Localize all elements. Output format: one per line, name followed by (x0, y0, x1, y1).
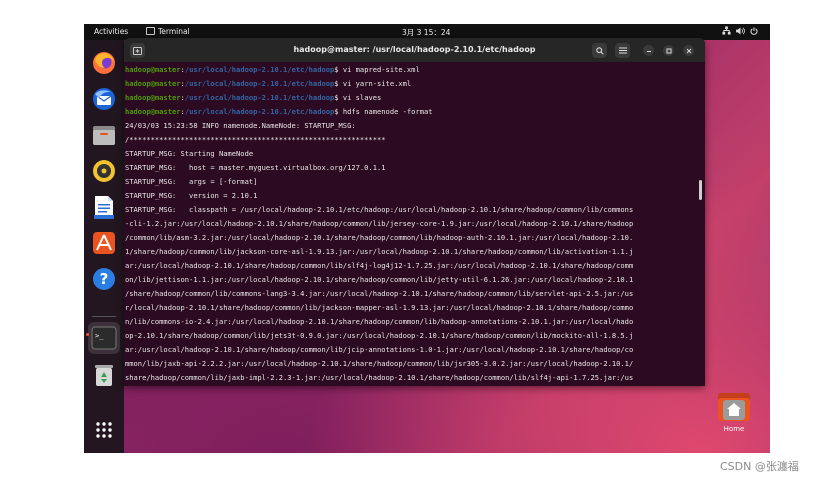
volume-icon[interactable] (736, 27, 745, 37)
dock-trash[interactable] (91, 362, 117, 388)
dock: ? >_ (84, 40, 124, 453)
dock-writer[interactable] (91, 194, 117, 220)
terminal-window[interactable]: hadoop@master: /usr/local/hadoop-2.10.1/… (124, 38, 705, 386)
terminal-header[interactable]: hadoop@master: /usr/local/hadoop-2.10.1/… (124, 38, 705, 62)
dock-help[interactable]: ? (91, 266, 117, 292)
output-line: -cli-1.2.jar:/usr/local/hadoop-2.10.1/sh… (125, 219, 634, 228)
minimize-icon (646, 50, 651, 52)
output-line: STARTUP_MSG: version = 2.10.1 (125, 191, 258, 200)
help-glyph: ? (100, 270, 109, 288)
terminal-content[interactable]: hadoop@master:/usr/local/hadoop-2.10.1/e… (124, 63, 705, 385)
output-line: on/lib/jettison-1.1.jar:/usr/local/hadoo… (125, 275, 634, 284)
app-center-icon (93, 232, 115, 254)
output-line: /share/hadoop/common/lib/commons-lang3-3… (125, 289, 634, 298)
home-folder-icon (718, 393, 750, 421)
help-icon: ? (93, 268, 115, 290)
show-apps-button[interactable] (91, 417, 117, 443)
hamburger-icon (618, 47, 627, 54)
prompt-path: /usr/local/hadoop-2.10.1/etc/hadoop (184, 107, 335, 116)
dock-files[interactable] (91, 122, 117, 148)
output-line: STARTUP_MSG: args = [-format] (125, 177, 258, 186)
output-line: mmon/lib/jaxb-api-2.2.2.jar:/usr/local/h… (125, 359, 634, 368)
scrollbar-thumb[interactable] (699, 180, 702, 200)
app-menu-label: Terminal (158, 27, 190, 36)
prompt-user: hadoop@master (125, 65, 181, 74)
output-line: STARTUP_MSG: host = master.myguest.virtu… (125, 163, 386, 172)
terminal-icon: >_ (91, 326, 117, 350)
output-line: 1/share/hadoop/common/lib/jackson-core-a… (125, 247, 634, 256)
network-icon[interactable] (722, 26, 731, 37)
home-folder-label: Home (723, 425, 745, 433)
minimize-button[interactable] (643, 45, 654, 56)
menu-button[interactable] (615, 43, 630, 58)
close-icon (686, 48, 691, 53)
desktop: Activities Terminal 3月 3 15：24 ? >_ hado… (84, 24, 770, 453)
prompt-command: vi slaves (338, 93, 382, 102)
output-line: STARTUP_MSG: Starting NameNode (125, 149, 254, 158)
maximize-button[interactable] (663, 45, 674, 56)
output-line: /common/lib/asm-3.2.jar:/usr/local/hadoo… (125, 233, 634, 242)
prompt-command: vi mapred-site.xml (338, 65, 420, 74)
prompt-command: vi yarn-site.xml (338, 79, 412, 88)
watermark: CSDN @张瀍福 (720, 460, 799, 473)
dock-terminal[interactable]: >_ (88, 322, 120, 354)
home-folder[interactable]: Home (716, 387, 752, 437)
dock-separator (92, 316, 116, 317)
terminal-glyph: >_ (95, 332, 104, 340)
output-line: ar:/usr/local/hadoop-2.10.1/share/hadoop… (125, 345, 634, 354)
prompt-user: hadoop@master (125, 93, 181, 102)
firefox-icon (93, 52, 115, 74)
search-button[interactable] (592, 43, 607, 58)
grid-icon (96, 422, 112, 438)
prompt-path: /usr/local/hadoop-2.10.1/etc/hadoop (184, 93, 335, 102)
terminal-small-icon (146, 27, 155, 35)
power-icon[interactable] (750, 27, 758, 37)
dock-app-center[interactable] (91, 230, 117, 256)
trash-icon (95, 365, 113, 386)
app-menu[interactable]: Terminal (146, 27, 190, 36)
output-line: ar:/usr/local/hadoop-2.10.1/share/hadoop… (125, 261, 634, 270)
maximize-icon (666, 48, 671, 53)
rhythmbox-icon (93, 160, 115, 182)
close-button[interactable] (683, 45, 694, 56)
dock-thunderbird[interactable] (91, 86, 117, 112)
output-line: share/hadoop/common/lib/jaxb-impl-2.2.3-… (125, 373, 634, 382)
prompt-user: hadoop@master (125, 107, 181, 116)
activities-button[interactable]: Activities (94, 27, 128, 36)
prompt-path: /usr/local/hadoop-2.10.1/etc/hadoop (184, 79, 335, 88)
dock-firefox[interactable] (91, 50, 117, 76)
output-line: op-2.10.1/share/hadoop/common/lib/jets3t… (125, 331, 634, 340)
prompt-command: hdfs namenode -format (338, 107, 433, 116)
output-line: 24/03/03 15:23:58 INFO namenode.NameNode… (125, 121, 356, 130)
prompt-path: /usr/local/hadoop-2.10.1/etc/hadoop (184, 65, 335, 74)
prompt-user: hadoop@master (125, 79, 181, 88)
writer-icon (94, 196, 114, 219)
prompt-line: hadoop@master:/usr/local/hadoop-2.10.1/e… (124, 63, 705, 77)
prompt-line: hadoop@master:/usr/local/hadoop-2.10.1/e… (124, 77, 705, 91)
prompt-line: hadoop@master:/usr/local/hadoop-2.10.1/e… (124, 105, 705, 119)
dock-rhythmbox[interactable] (91, 158, 117, 184)
thunderbird-icon (93, 88, 115, 110)
prompt-line: hadoop@master:/usr/local/hadoop-2.10.1/e… (124, 91, 705, 105)
output-line: STARTUP_MSG: classpath = /usr/local/hado… (125, 205, 634, 214)
output-line: r/local/hadoop-2.10.1/share/hadoop/commo… (125, 303, 634, 312)
output-line: /***************************************… (125, 135, 386, 144)
search-icon (595, 46, 604, 55)
output-line: n/lib/commons-io-2.4.jar:/usr/local/hado… (125, 317, 634, 326)
clock[interactable]: 3月 3 15：24 (402, 27, 450, 38)
files-icon (93, 126, 115, 145)
